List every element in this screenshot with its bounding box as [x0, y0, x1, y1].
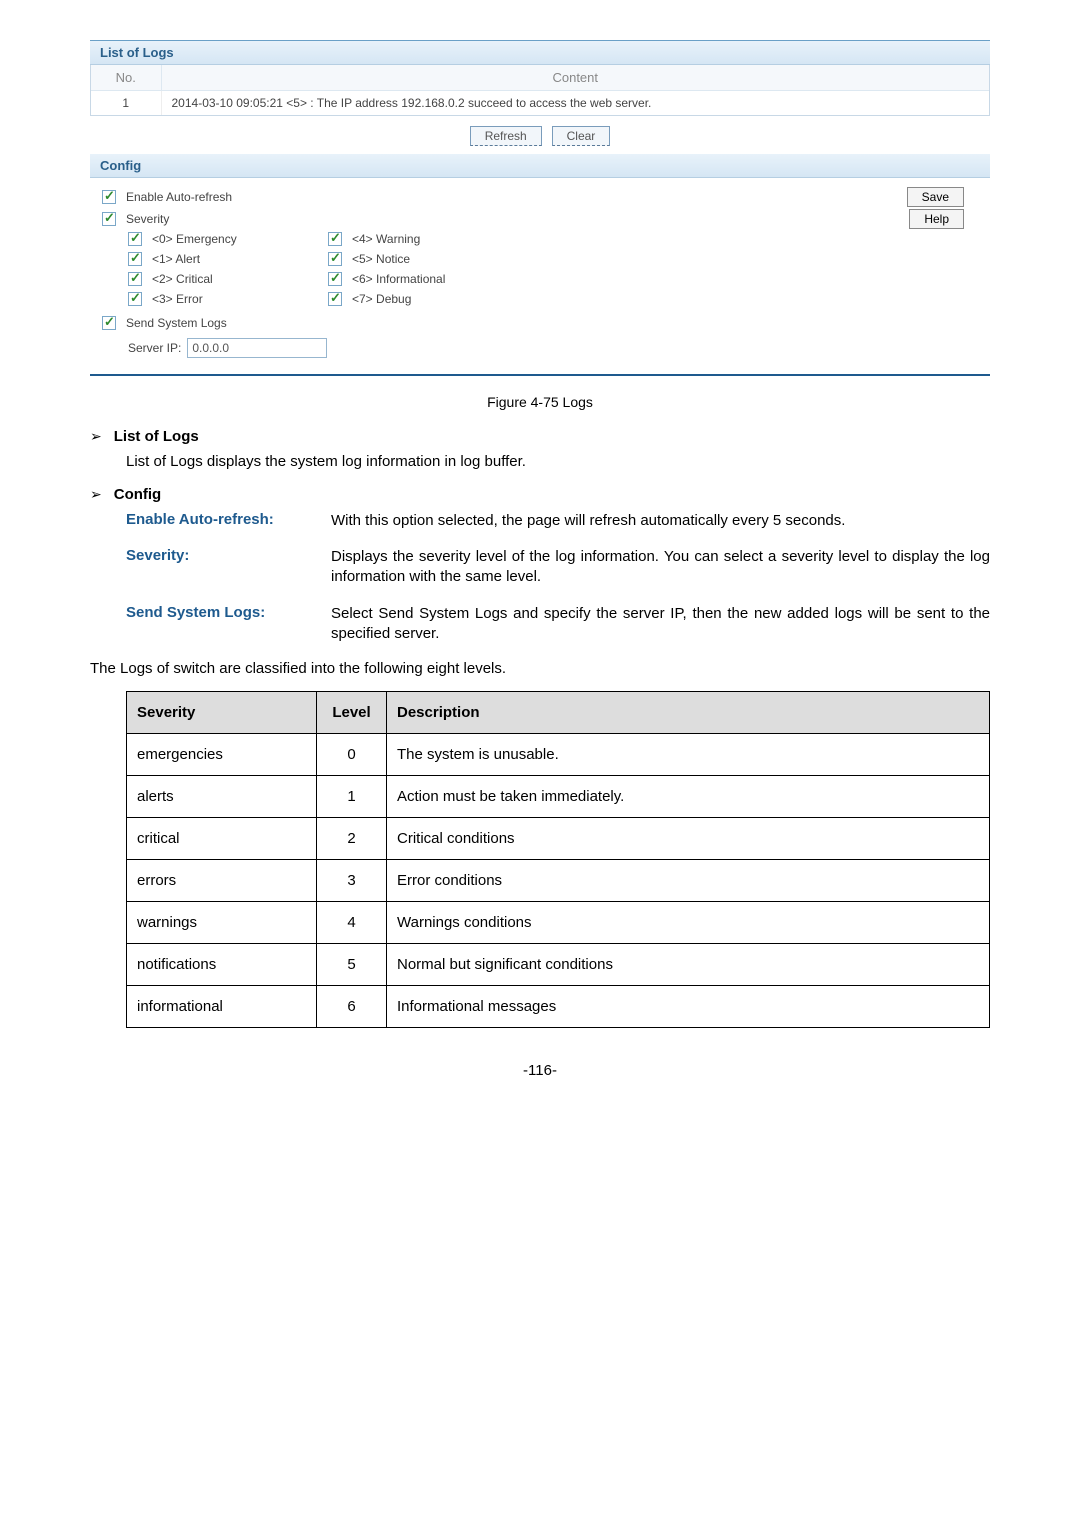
sev-0-label: <0> Emergency: [152, 232, 237, 246]
logs-table: No. Content 1 2014-03-10 09:05:21 <5> : …: [91, 65, 989, 115]
page-number: -116-: [90, 1062, 990, 1079]
severity-grid: <0> Emergency <4> Warning <1> Alert <5> …: [128, 232, 978, 306]
bullet-icon: ➢: [90, 486, 102, 503]
config-section-header: ➢ Config: [90, 486, 990, 503]
log-no: 1: [91, 91, 161, 116]
table-row: critical2Critical conditions: [127, 818, 990, 860]
def-term: Severity:: [126, 547, 331, 588]
config-header: Config: [90, 154, 990, 178]
table-row: emergencies0The system is unusable.: [127, 734, 990, 776]
table-row: alerts1Action must be taken immediately.: [127, 776, 990, 818]
severity-row: Severity Help: [102, 208, 978, 230]
levels-table: Severity Level Description emergencies0T…: [126, 691, 990, 1028]
clear-button[interactable]: Clear: [552, 126, 611, 146]
list-of-logs-text: List of Logs displays the system log inf…: [126, 453, 990, 472]
sev-3-checkbox[interactable]: [128, 292, 142, 306]
config-section: Enable Auto-refresh Save Severity Help <…: [90, 178, 990, 374]
refresh-button[interactable]: Refresh: [470, 126, 542, 146]
log-buttons-row: Refresh Clear: [90, 116, 990, 154]
def-send-system-logs: Send System Logs: Select Send System Log…: [126, 604, 990, 645]
def-desc: Displays the severity level of the log i…: [331, 547, 990, 588]
def-desc: Select Send System Logs and specify the …: [331, 604, 990, 645]
sev-1-label: <1> Alert: [152, 252, 200, 266]
table-row: notifications5Normal but significant con…: [127, 944, 990, 986]
server-ip-label: Server IP:: [128, 341, 181, 355]
sev-3-label: <3> Error: [152, 292, 203, 306]
sev-4-checkbox[interactable]: [328, 232, 342, 246]
sev-0-checkbox[interactable]: [128, 232, 142, 246]
logs-table-wrap: No. Content 1 2014-03-10 09:05:21 <5> : …: [90, 65, 990, 116]
sev-4-label: <4> Warning: [352, 232, 420, 246]
table-row: warnings4Warnings conditions: [127, 902, 990, 944]
enable-auto-refresh-checkbox[interactable]: [102, 190, 116, 204]
send-system-logs-checkbox[interactable]: [102, 316, 116, 330]
help-button[interactable]: Help: [909, 209, 964, 229]
config-title: Config: [114, 486, 161, 503]
table-row: informational6Informational messages: [127, 986, 990, 1028]
levels-th-severity: Severity: [127, 692, 317, 734]
sev-7-checkbox[interactable]: [328, 292, 342, 306]
server-ip-input[interactable]: [187, 338, 327, 358]
table-row: 1 2014-03-10 09:05:21 <5> : The IP addre…: [91, 91, 989, 116]
list-of-logs-header: List of Logs: [90, 41, 990, 65]
table-row: errors3Error conditions: [127, 860, 990, 902]
logs-screenshot: List of Logs No. Content 1 2014-03-10 09…: [90, 40, 990, 376]
send-system-logs-label: Send System Logs: [126, 316, 227, 330]
save-button[interactable]: Save: [907, 187, 964, 207]
enable-auto-refresh-row: Enable Auto-refresh Save: [102, 186, 978, 208]
send-system-logs-row: Send System Logs: [102, 312, 978, 334]
log-col-no: No.: [91, 65, 161, 91]
levels-th-level: Level: [317, 692, 387, 734]
def-enable-auto-refresh: Enable Auto-refresh: With this option se…: [126, 511, 990, 531]
figure-caption: Figure 4-75 Logs: [90, 394, 990, 410]
def-severity: Severity: Displays the severity level of…: [126, 547, 990, 588]
sev-5-label: <5> Notice: [352, 252, 410, 266]
enable-auto-refresh-label: Enable Auto-refresh: [126, 190, 232, 204]
list-of-logs-section-header: ➢ List of Logs: [90, 428, 990, 445]
sev-6-label: <6> Informational: [352, 272, 445, 286]
sev-6-checkbox[interactable]: [328, 272, 342, 286]
levels-intro: The Logs of switch are classified into t…: [90, 660, 990, 677]
def-term: Send System Logs:: [126, 604, 331, 645]
sev-1-checkbox[interactable]: [128, 252, 142, 266]
sev-7-label: <7> Debug: [352, 292, 411, 306]
sev-2-checkbox[interactable]: [128, 272, 142, 286]
severity-label: Severity: [126, 212, 169, 226]
def-desc: With this option selected, the page will…: [331, 511, 845, 531]
bullet-icon: ➢: [90, 428, 102, 445]
list-of-logs-title: List of Logs: [114, 428, 199, 445]
sev-2-label: <2> Critical: [152, 272, 213, 286]
def-term: Enable Auto-refresh:: [126, 511, 331, 531]
levels-th-description: Description: [387, 692, 990, 734]
log-content: 2014-03-10 09:05:21 <5> : The IP address…: [161, 91, 989, 116]
sev-5-checkbox[interactable]: [328, 252, 342, 266]
server-ip-row: Server IP:: [128, 338, 978, 358]
severity-checkbox[interactable]: [102, 212, 116, 226]
log-col-content: Content: [161, 65, 989, 91]
